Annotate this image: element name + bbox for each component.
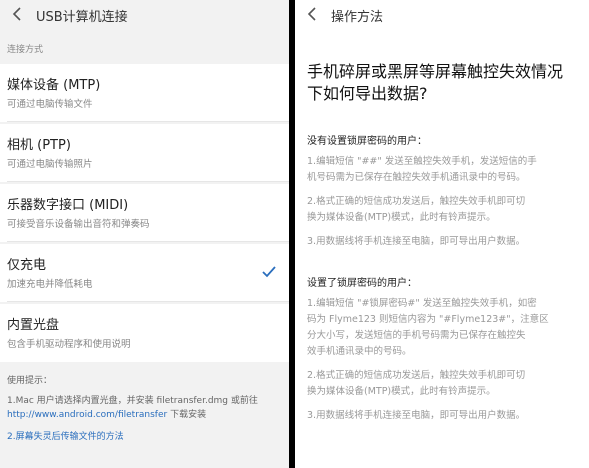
operation-method-screen: 操作方法 手机碎屏或黑屏等屏幕触控失效情况 下如何导出数据? 没有设置锁屏密码的… xyxy=(295,0,589,468)
step-text: 机号码需为已保存在触控失效手机通讯录中的号码。 xyxy=(307,172,526,183)
section-steps-with-lock: 1.编辑短信 "#锁屏密码#" 发送至触控失效手机，如密 码为 Flyme123… xyxy=(307,296,583,424)
option-builtin-cd[interactable]: 内置光盘 包含手机驱动程序和使用说明 xyxy=(0,304,289,362)
header: USB计算机连接 xyxy=(0,0,289,30)
screen-failure-transfer-link[interactable]: 2.屏幕失灵后传输文件的方法 xyxy=(7,430,287,444)
filetransfer-link[interactable]: http://www.android.com/filetransfer xyxy=(7,410,167,420)
option-title: 相机 (PTP) xyxy=(7,138,71,153)
step-text: 分大小写，发送短信的手机号码需为已保存在触控失 xyxy=(307,330,526,341)
question-title: 手机碎屏或黑屏等屏幕触控失效情况 下如何导出数据? xyxy=(307,61,579,105)
option-midi[interactable]: 乐器数字接口 (MIDI) 可接受音乐设备输出音符和弹奏码 xyxy=(0,184,289,242)
tips-heading: 使用提示： xyxy=(7,376,53,386)
option-charge-only[interactable]: 仅充电 加速充电并降低耗电 xyxy=(0,244,289,302)
divider xyxy=(7,181,289,182)
step-text: 码为 Flyme123 则短信内容为 "#Flyme123#"，注意区 xyxy=(307,314,549,325)
back-arrow-icon[interactable] xyxy=(8,4,28,24)
option-subtitle: 包含手机驱动程序和使用说明 xyxy=(7,339,131,350)
step-text: 2.格式正确的短信成功发送后，触控失效手机即可切 xyxy=(307,196,526,207)
header: 操作方法 xyxy=(295,0,589,30)
option-title: 内置光盘 xyxy=(7,318,60,333)
section-heading-with-lock: 设置了锁屏密码的用户： xyxy=(307,278,417,289)
option-ptp[interactable]: 相机 (PTP) 可通过电脑传输照片 xyxy=(0,124,289,182)
step-text: 换为媒体设备(MTP)模式，此时有铃声提示。 xyxy=(307,386,496,397)
option-subtitle: 加速充电并降低耗电 xyxy=(7,279,93,290)
tips-line-1: 1.Mac 用户请选择内置光盘，并安装 filetransfer.dmg 或前往 xyxy=(7,396,258,406)
option-title: 仅充电 xyxy=(7,258,47,273)
checkmark-icon xyxy=(262,266,276,278)
divider xyxy=(7,301,289,302)
divider xyxy=(7,121,289,122)
divider xyxy=(7,241,289,242)
usb-connection-screen: USB计算机连接 连接方式 媒体设备 (MTP) 可通过电脑传输文件 相机 (P… xyxy=(0,0,289,468)
back-arrow-icon[interactable] xyxy=(303,4,323,24)
step-text: 效手机通讯录中的号码。 xyxy=(307,346,412,357)
section-steps-no-lock: 1.编辑短信 "##" 发送至触控失效手机，发送短信的手 机号码需为已保存在触控… xyxy=(307,154,583,250)
option-subtitle: 可通过电脑传输文件 xyxy=(7,99,93,110)
option-subtitle: 可接受音乐设备输出音符和弹奏码 xyxy=(7,219,150,230)
step-text: 2.格式正确的短信成功发送后，触控失效手机即可切 xyxy=(307,370,526,381)
question-line-2: 下如何导出数据? xyxy=(307,84,428,103)
step-text: 1.编辑短信 "#锁屏密码#" 发送至触控失效手机，如密 xyxy=(307,298,537,309)
step-text: 3.用数据线将手机连接至电脑，即可导出用户数据。 xyxy=(307,236,526,247)
tips-line-2-text: 下载安装 xyxy=(167,410,207,420)
section-heading-no-lock: 没有设置锁屏密码的用户： xyxy=(307,136,427,147)
step-text: 3.用数据线将手机连接至电脑，即可导出用户数据。 xyxy=(307,410,526,421)
question-line-1: 手机碎屏或黑屏等屏幕触控失效情况 xyxy=(307,62,564,81)
section-label: 连接方式 xyxy=(7,45,44,55)
option-title: 媒体设备 (MTP) xyxy=(7,78,101,93)
option-subtitle: 可通过电脑传输照片 xyxy=(7,159,93,170)
page-title: USB计算机连接 xyxy=(36,10,128,25)
option-title: 乐器数字接口 (MIDI) xyxy=(7,198,129,213)
step-text: 1.编辑短信 "##" 发送至触控失效手机，发送短信的手 xyxy=(307,156,537,167)
option-mtp[interactable]: 媒体设备 (MTP) 可通过电脑传输文件 xyxy=(0,64,289,122)
page-title: 操作方法 xyxy=(331,10,384,25)
usage-tips: 使用提示： 1.Mac 用户请选择内置光盘，并安装 filetransfer.d… xyxy=(7,374,287,444)
step-text: 换为媒体设备(MTP)模式，此时有铃声提示。 xyxy=(307,212,496,223)
tips-line-2: http://www.android.com/filetransfer 下载安装 xyxy=(7,408,287,422)
